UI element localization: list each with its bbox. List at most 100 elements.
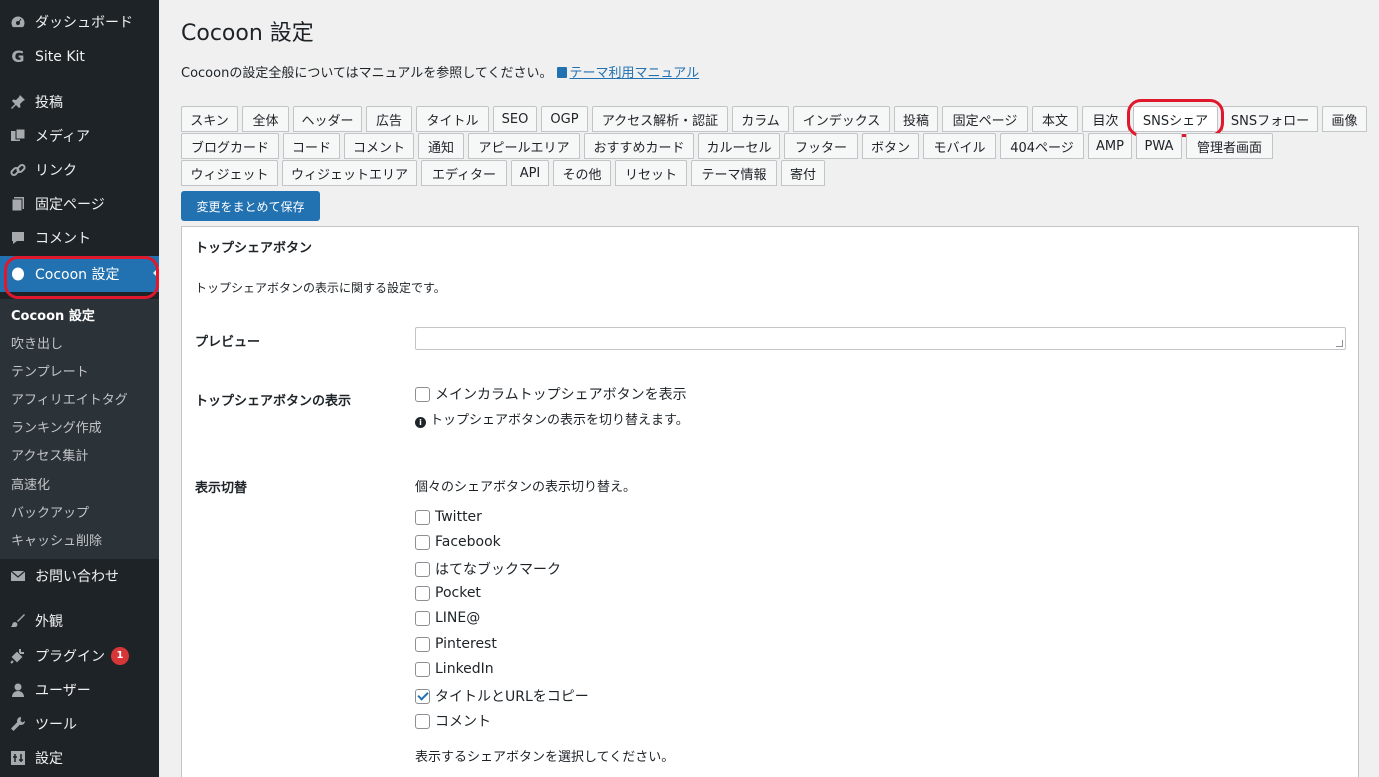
submenu-speech-balloon[interactable]: 吹き出し <box>11 333 63 352</box>
resize-grip-icon[interactable] <box>1336 340 1343 347</box>
tab-index[interactable]: インデックス <box>793 106 890 132</box>
sidebar-item-users[interactable]: ユーザー <box>0 673 159 707</box>
manual-link[interactable]: テーマ利用マニュアル <box>553 66 699 81</box>
submenu-template[interactable]: テンプレート <box>11 361 89 380</box>
dashboard-icon <box>8 12 28 32</box>
share-option-pinterest[interactable]: Pinterest <box>415 636 497 652</box>
comment-bubble-icon <box>8 228 28 248</box>
tab-code[interactable]: コード <box>283 133 340 159</box>
tab-api[interactable]: API <box>511 160 549 186</box>
linkedin-checkbox[interactable] <box>415 661 430 677</box>
tab-seo[interactable]: SEO <box>493 106 537 132</box>
sidebar-item-appearance[interactable]: 外観 <box>0 604 159 638</box>
tab-appeal-area[interactable]: アピールエリア <box>468 133 580 159</box>
tab-widget[interactable]: ウィジェット <box>181 160 278 186</box>
tab-analytics[interactable]: アクセス解析・認証 <box>592 106 728 132</box>
tab-blog-card[interactable]: ブログカード <box>181 133 279 159</box>
hatena-checkbox[interactable] <box>415 561 430 577</box>
sidebar-item-plugins[interactable]: プラグイン 1 <box>0 639 159 673</box>
display-label: トップシェアボタンの表示 <box>195 394 352 409</box>
tab-comment[interactable]: コメント <box>344 133 414 159</box>
wrench-icon <box>8 714 28 734</box>
display-top-share-checkbox[interactable] <box>415 386 430 402</box>
save-all-button[interactable]: 変更をまとめて保存 <box>181 191 320 221</box>
tab-sns-follow[interactable]: SNSフォロー <box>1222 106 1318 132</box>
submenu-affiliate-tag[interactable]: アフィリエイトタグ <box>11 389 128 408</box>
tab-post[interactable]: 投稿 <box>894 106 938 132</box>
submenu-ranking[interactable]: ランキング作成 <box>11 417 102 436</box>
tab-toc[interactable]: 目次 <box>1082 106 1129 132</box>
tab-theme-info[interactable]: テーマ情報 <box>691 160 777 186</box>
tab-admin-screen[interactable]: 管理者画面 <box>1186 133 1273 159</box>
pinterest-checkbox[interactable] <box>415 636 430 652</box>
tab-carousel[interactable]: カルーセル <box>698 133 780 159</box>
copy-title-url-checkbox[interactable] <box>415 688 430 704</box>
sidebar-item-contact[interactable]: お問い合わせ <box>0 559 159 593</box>
preview-textarea[interactable] <box>415 327 1346 350</box>
plug-icon <box>8 646 28 666</box>
tab-body[interactable]: 本文 <box>1032 106 1078 132</box>
twitter-checkbox[interactable] <box>415 509 430 525</box>
display-top-share-option[interactable]: メインカラムトップシェアボタンを表示 <box>415 384 687 404</box>
submenu-access-stats[interactable]: アクセス集計 <box>11 445 88 464</box>
google-g-icon: G <box>11 47 25 66</box>
tab-footer[interactable]: フッター <box>784 133 858 159</box>
plugin-update-badge: 1 <box>111 647 129 665</box>
tab-sns-share[interactable]: SNSシェア <box>1133 106 1218 132</box>
toggle-label: 表示切替 <box>195 481 248 496</box>
sidebar-item-comments[interactable]: コメント <box>0 221 159 255</box>
sidebar-item-site-kit[interactable]: G Site Kit <box>0 40 159 74</box>
tab-recommended-cards[interactable]: おすすめカード <box>584 133 694 159</box>
share-option-comment[interactable]: コメント <box>415 711 491 731</box>
share-option-linkedin[interactable]: LinkedIn <box>415 661 494 677</box>
pocket-checkbox[interactable] <box>415 585 430 601</box>
tab-page[interactable]: 固定ページ <box>942 106 1028 132</box>
sidebar-item-cocoon-settings[interactable]: Cocoon 設定 <box>0 256 159 292</box>
tab-404[interactable]: 404ページ <box>1000 133 1084 159</box>
tab-editor[interactable]: エディター <box>421 160 507 186</box>
tab-skin[interactable]: スキン <box>181 106 238 132</box>
sidebar-item-links[interactable]: リンク <box>0 153 159 187</box>
admin-sidebar: ダッシュボード G Site Kit 投稿 メディア リンク 固定ページ コメン… <box>0 0 159 777</box>
sidebar-item-tools[interactable]: ツール <box>0 707 159 741</box>
sidebar-item-posts[interactable]: 投稿 <box>0 85 159 119</box>
tab-general[interactable]: 全体 <box>242 106 289 132</box>
submenu-cache-clear[interactable]: キャッシュ削除 <box>11 530 102 549</box>
share-option-facebook[interactable]: Facebook <box>415 534 501 550</box>
tab-other[interactable]: その他 <box>553 160 611 186</box>
page-icon <box>8 194 28 214</box>
share-option-twitter[interactable]: Twitter <box>415 509 482 525</box>
top-share-panel: トップシェアボタン トップシェアボタンの表示に関する設定です。 プレビュー トッ… <box>181 226 1359 777</box>
facebook-checkbox[interactable] <box>415 534 430 550</box>
tab-header[interactable]: ヘッダー <box>293 106 362 132</box>
share-option-pocket[interactable]: Pocket <box>415 585 481 601</box>
tab-ogp[interactable]: OGP <box>541 106 588 132</box>
preview-label: プレビュー <box>195 335 261 350</box>
sidebar-item-settings[interactable]: 設定 <box>0 741 159 775</box>
tab-mobile[interactable]: モバイル <box>923 133 996 159</box>
mail-icon <box>8 566 28 586</box>
tab-amp[interactable]: AMP <box>1088 133 1132 159</box>
tab-reset[interactable]: リセット <box>615 160 687 186</box>
submenu-backup[interactable]: バックアップ <box>11 502 89 521</box>
tab-ads[interactable]: 広告 <box>366 106 412 132</box>
tab-notice[interactable]: 通知 <box>418 133 464 159</box>
sidebar-item-dashboard[interactable]: ダッシュボード <box>0 5 159 39</box>
sidebar-item-pages[interactable]: 固定ページ <box>0 187 159 221</box>
share-option-hatena[interactable]: はてなブックマーク <box>415 559 561 579</box>
tab-widget-area[interactable]: ウィジェットエリア <box>282 160 417 186</box>
tab-pwa[interactable]: PWA <box>1136 133 1182 159</box>
share-option-line[interactable]: LINE@ <box>415 610 480 626</box>
tab-column[interactable]: カラム <box>732 106 789 132</box>
submenu-cocoon-settings[interactable]: Cocoon 設定 <box>11 305 95 324</box>
submenu-speed-up[interactable]: 高速化 <box>11 474 50 493</box>
sidebar-item-media[interactable]: メディア <box>0 119 159 153</box>
comment-checkbox[interactable] <box>415 713 430 729</box>
line-checkbox[interactable] <box>415 610 430 626</box>
info-icon: i <box>415 417 426 428</box>
share-option-copy-title-url[interactable]: タイトルとURLをコピー <box>415 686 589 706</box>
tab-title[interactable]: タイトル <box>416 106 489 132</box>
tab-image[interactable]: 画像 <box>1322 106 1367 132</box>
tab-button[interactable]: ボタン <box>862 133 919 159</box>
tab-donation[interactable]: 寄付 <box>781 160 825 186</box>
